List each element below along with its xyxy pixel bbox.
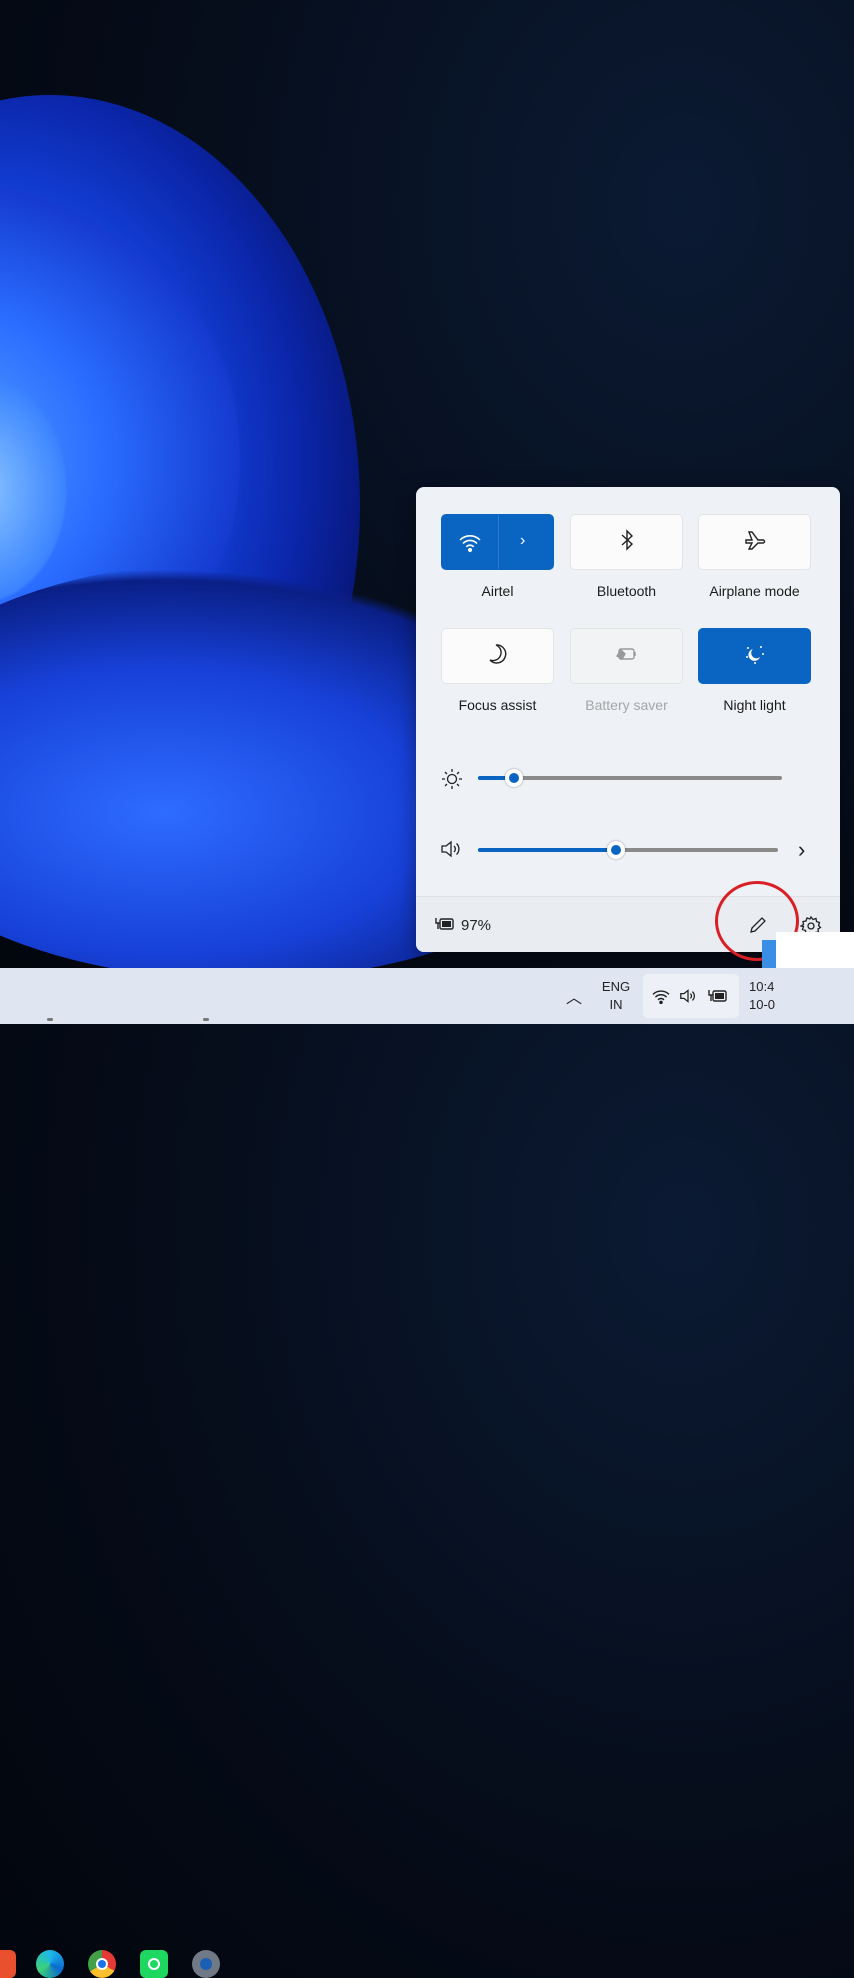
- region-code: IN: [609, 997, 623, 1012]
- volume-icon: [679, 988, 697, 1009]
- settings-app-icon[interactable]: [192, 1950, 220, 1978]
- brightness-slider[interactable]: [478, 769, 782, 787]
- running-indicator: [47, 1018, 53, 1021]
- taskbar: ︿ ENG IN 10:4 10-0: [0, 968, 854, 1978]
- show-hidden-icons-chevron-icon[interactable]: ︿: [566, 984, 582, 1008]
- battery-saver-toggle[interactable]: [570, 628, 683, 684]
- running-indicator: [203, 1018, 209, 1021]
- brave-app-icon[interactable]: [0, 1950, 16, 1978]
- volume-slider[interactable]: [478, 841, 778, 859]
- volume-icon[interactable]: [440, 839, 462, 864]
- tile-label: Night light: [723, 697, 786, 713]
- language-indicator[interactable]: ENG IN: [600, 978, 632, 1014]
- quick-settings-panel: › Airtel Bluetooth Airplane mode Focus a…: [416, 487, 840, 961]
- language-code: ENG: [601, 979, 631, 994]
- tile-label: Airtel: [481, 583, 514, 599]
- moon-icon: [488, 643, 508, 670]
- bluetooth-toggle[interactable]: [570, 514, 683, 570]
- tile-label: Airplane mode: [709, 583, 800, 599]
- battery-charging-icon: [707, 988, 729, 1009]
- battery-charging-icon: [434, 916, 456, 937]
- tile-label: Battery saver: [585, 697, 668, 713]
- wifi-icon: [651, 988, 671, 1009]
- spotify-app-icon[interactable]: [140, 1950, 168, 1978]
- system-tray-quick-settings-button[interactable]: [643, 974, 739, 1018]
- focus-assist-toggle[interactable]: [441, 628, 554, 684]
- wifi-expand-chevron-icon[interactable]: ›: [520, 532, 525, 550]
- brightness-slider-thumb[interactable]: [505, 769, 524, 787]
- brightness-icon: [441, 768, 463, 795]
- night-light-toggle[interactable]: [698, 628, 811, 684]
- airplane-icon: [744, 529, 766, 556]
- bluetooth-icon: [620, 528, 634, 556]
- night-light-icon: [744, 643, 766, 670]
- tile-label: Bluetooth: [596, 583, 657, 599]
- audio-output-chevron-icon[interactable]: ›: [798, 837, 805, 863]
- chrome-app-icon[interactable]: [88, 1950, 116, 1978]
- clock-time: 10:4: [749, 979, 775, 994]
- volume-slider-thumb[interactable]: [607, 841, 625, 859]
- wifi-toggle[interactable]: ›: [441, 514, 554, 570]
- battery-percentage[interactable]: 97%: [461, 917, 491, 934]
- airplane-mode-toggle[interactable]: [698, 514, 811, 570]
- tile-label: Focus assist: [458, 697, 537, 713]
- clock[interactable]: 10:4 10-0: [749, 978, 775, 1014]
- wifi-icon: [458, 531, 482, 558]
- edge-app-icon[interactable]: [36, 1950, 64, 1978]
- clock-date: 10-0: [749, 997, 776, 1012]
- battery-saver-icon: [615, 646, 639, 667]
